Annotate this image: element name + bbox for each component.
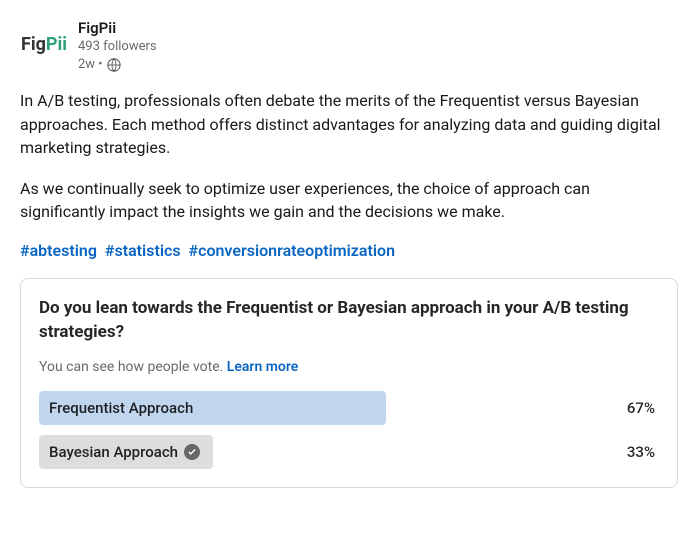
voted-check-icon <box>184 444 200 460</box>
poll-option-label-text: Frequentist Approach <box>49 399 193 417</box>
poll-option-frequentist[interactable]: Frequentist Approach 67% <box>39 391 659 425</box>
avatar-text-fig: Fig <box>21 34 46 55</box>
avatar-text-pii: Pii <box>46 34 67 55</box>
poll-option-bayesian[interactable]: Bayesian Approach 33% <box>39 435 659 469</box>
post-body-p2: As we continually seek to optimize user … <box>20 177 678 223</box>
poll-option-label: Frequentist Approach <box>39 399 193 417</box>
post-body-p1: In A/B testing, professionals often deba… <box>20 89 678 159</box>
poll-question: Do you lean towards the Frequentist or B… <box>39 297 659 345</box>
poll-card: Do you lean towards the Frequentist or B… <box>20 278 678 488</box>
poll-option-label-text: Bayesian Approach <box>49 443 178 461</box>
hashtags: #abtesting #statistics #conversionrateop… <box>20 241 678 260</box>
poll-subtext: You can see how people vote. <box>39 359 227 375</box>
author-avatar[interactable]: FigPii <box>20 20 68 68</box>
poll-subtext-row: You can see how people vote. Learn more <box>39 359 659 375</box>
globe-icon <box>107 58 121 72</box>
post-header: FigPii FigPii 493 followers 2w • <box>20 18 678 73</box>
poll-option-label: Bayesian Approach <box>39 443 200 461</box>
post-time: 2w • <box>78 56 103 74</box>
author-info: FigPii 493 followers 2w • <box>78 18 157 73</box>
followers-count: 493 followers <box>78 38 157 56</box>
hashtag-statistics[interactable]: #statistics <box>105 241 181 260</box>
learn-more-link[interactable]: Learn more <box>227 359 298 375</box>
poll-option-percent: 67% <box>627 399 659 417</box>
author-name[interactable]: FigPii <box>78 18 157 38</box>
post-container: FigPii FigPii 493 followers 2w • In A/B … <box>0 0 698 488</box>
hashtag-abtesting[interactable]: #abtesting <box>20 241 97 260</box>
post-time-row: 2w • <box>78 56 157 74</box>
hashtag-cro[interactable]: #conversionrateoptimization <box>189 241 395 260</box>
poll-option-percent: 33% <box>627 443 659 461</box>
